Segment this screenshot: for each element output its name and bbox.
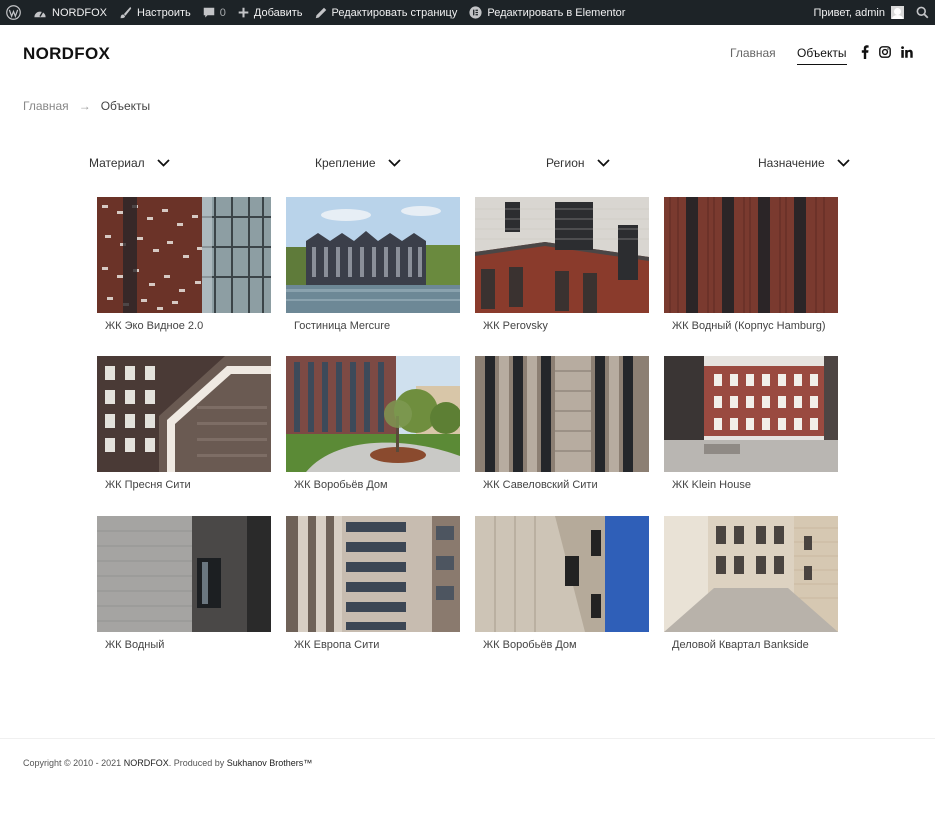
admin-comments-count: 0 bbox=[219, 6, 226, 19]
plus-icon bbox=[238, 7, 249, 18]
filter-purpose-label: Назначение bbox=[758, 156, 825, 170]
project-title[interactable]: ЖК Воробьёв Дом bbox=[475, 639, 649, 651]
pencil-icon bbox=[315, 7, 326, 18]
facebook-icon[interactable] bbox=[858, 45, 872, 59]
linkedin-icon[interactable] bbox=[900, 45, 914, 59]
admin-comments[interactable]: 0 bbox=[197, 0, 232, 25]
wordpress-logo-icon[interactable] bbox=[0, 0, 27, 25]
breadcrumb: Главная → Объекты bbox=[23, 99, 150, 113]
footer-copyright-prefix: Copyright © 2010 - 2021 bbox=[23, 758, 124, 768]
project-card[interactable]: ЖК Европа Сити bbox=[286, 516, 460, 651]
breadcrumb-current: Объекты bbox=[100, 99, 151, 113]
comment-icon bbox=[203, 7, 214, 17]
nav-objects[interactable]: Объекты bbox=[797, 46, 847, 65]
project-photo[interactable] bbox=[475, 197, 649, 313]
project-photo[interactable] bbox=[286, 197, 460, 313]
admin-edit-page-label: Редактировать страницу bbox=[331, 6, 458, 19]
avatar bbox=[891, 6, 904, 19]
filter-region-label: Регион bbox=[546, 156, 585, 170]
admin-customize[interactable]: Настроить bbox=[113, 0, 197, 25]
instagram-icon[interactable] bbox=[878, 45, 892, 59]
project-title[interactable]: Деловой Квартал Bankside bbox=[664, 639, 838, 651]
breadcrumb-arrow-icon: → bbox=[78, 99, 91, 113]
project-photo[interactable] bbox=[286, 516, 460, 632]
project-card[interactable]: ЖК Эко Видное 2.0 bbox=[97, 197, 271, 332]
admin-site-name[interactable]: NORDFOX bbox=[27, 0, 113, 25]
project-photo[interactable] bbox=[475, 356, 649, 472]
chevron-down-icon bbox=[387, 159, 401, 167]
project-title[interactable]: ЖК Савеловский Сити bbox=[475, 479, 649, 491]
filter-region[interactable]: Регион bbox=[546, 156, 610, 170]
project-title[interactable]: ЖК Европа Сити bbox=[286, 639, 460, 651]
project-card[interactable]: ЖК Водный (Корпус Hamburg) bbox=[664, 197, 838, 332]
project-title[interactable]: ЖК Пресня Сити bbox=[97, 479, 271, 491]
elementor-icon bbox=[469, 6, 482, 19]
admin-edit-page[interactable]: Редактировать страницу bbox=[309, 0, 464, 25]
project-title[interactable]: ЖК Водный (Корпус Hamburg) bbox=[664, 320, 838, 332]
admin-add-new[interactable]: Добавить bbox=[232, 0, 309, 25]
admin-add-new-label: Добавить bbox=[253, 6, 303, 19]
admin-site-name-label: NORDFOX bbox=[52, 6, 107, 19]
admin-greeting: Привет, admin bbox=[813, 6, 885, 19]
breadcrumb-home[interactable]: Главная bbox=[23, 99, 69, 113]
project-title[interactable]: ЖК Водный bbox=[97, 639, 271, 651]
project-photo[interactable] bbox=[664, 356, 838, 472]
project-title[interactable]: ЖК Perovsky bbox=[475, 320, 649, 332]
project-photo[interactable] bbox=[97, 356, 271, 472]
filter-fastening[interactable]: Крепление bbox=[315, 156, 401, 170]
footer-divider bbox=[0, 738, 935, 739]
chevron-down-icon bbox=[837, 159, 850, 167]
project-card[interactable]: ЖК Водный bbox=[97, 516, 271, 651]
admin-edit-elementor-label: Редактировать в Elementor bbox=[487, 6, 626, 19]
project-card[interactable]: ЖК Воробьёв Дом bbox=[475, 516, 649, 651]
brush-icon bbox=[120, 6, 132, 19]
footer-brand: NORDFOX bbox=[123, 758, 169, 768]
project-card[interactable]: ЖК Воробьёв Дом bbox=[286, 356, 460, 491]
project-photo[interactable] bbox=[97, 516, 271, 632]
admin-edit-elementor[interactable]: Редактировать в Elementor bbox=[463, 0, 631, 25]
filter-material-label: Материал bbox=[89, 156, 145, 170]
footer-produced-by: . Produced by bbox=[168, 758, 227, 768]
project-title[interactable]: ЖК Эко Видное 2.0 bbox=[97, 320, 271, 332]
project-title[interactable]: ЖК Klein House bbox=[664, 479, 838, 491]
footer-copyright: Copyright © 2010 - 2021 NORDFOX. Produce… bbox=[23, 758, 312, 768]
site-logo[interactable]: NORDFOX bbox=[23, 44, 110, 64]
project-title[interactable]: ЖК Воробьёв Дом bbox=[286, 479, 460, 491]
admin-account[interactable]: Привет, admin bbox=[807, 0, 910, 25]
admin-customize-label: Настроить bbox=[137, 6, 191, 19]
project-card[interactable]: ЖК Perovsky bbox=[475, 197, 649, 332]
footer-producer-link[interactable]: Sukhanov Brothers™ bbox=[227, 758, 313, 768]
filter-material[interactable]: Материал bbox=[89, 156, 170, 170]
filter-purpose[interactable]: Назначение bbox=[758, 156, 850, 170]
search-icon bbox=[916, 6, 929, 19]
admin-bar: NORDFOX Настроить 0 Добавить Редактирова… bbox=[0, 0, 935, 25]
project-card[interactable]: ЖК Klein House bbox=[664, 356, 838, 491]
project-card[interactable]: Гостиница Mercure bbox=[286, 197, 460, 332]
project-card[interactable]: ЖК Савеловский Сити bbox=[475, 356, 649, 491]
project-photo[interactable] bbox=[664, 197, 838, 313]
project-photo[interactable] bbox=[664, 516, 838, 632]
filter-fastening-label: Крепление bbox=[315, 156, 376, 170]
admin-search[interactable] bbox=[910, 0, 935, 25]
project-photo[interactable] bbox=[475, 516, 649, 632]
nav-home[interactable]: Главная bbox=[730, 46, 776, 60]
project-photo[interactable] bbox=[97, 197, 271, 313]
project-card[interactable]: ЖК Пресня Сити bbox=[97, 356, 271, 491]
dashboard-icon bbox=[34, 10, 46, 17]
project-card[interactable]: Деловой Квартал Bankside bbox=[664, 516, 838, 651]
chevron-down-icon bbox=[157, 159, 170, 167]
chevron-down-icon bbox=[596, 159, 610, 167]
project-photo[interactable] bbox=[286, 356, 460, 472]
project-title[interactable]: Гостиница Mercure bbox=[286, 320, 460, 332]
